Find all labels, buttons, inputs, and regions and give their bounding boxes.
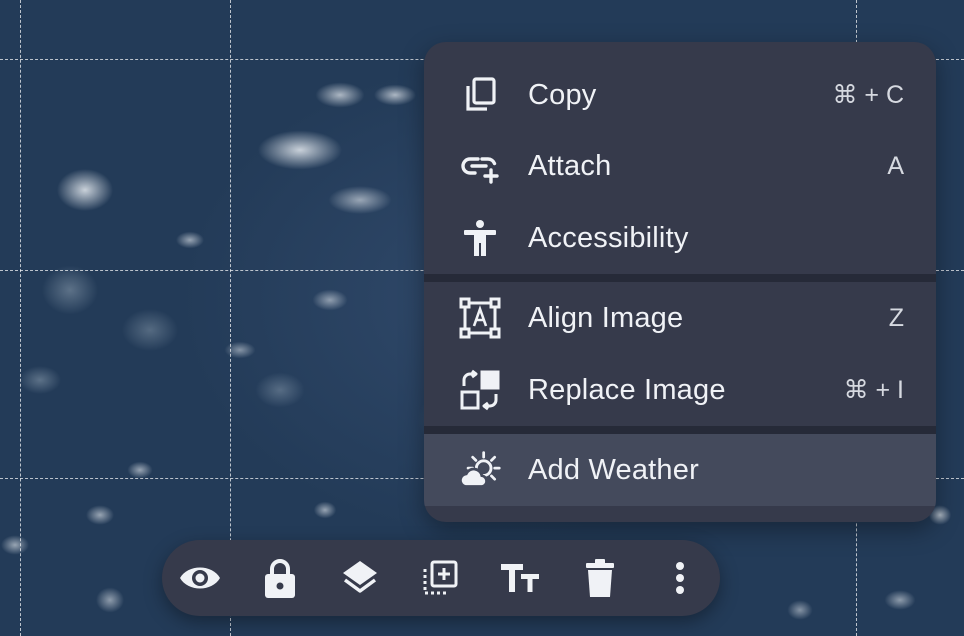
shortcut-label: Z	[888, 303, 904, 332]
copy-icon	[458, 73, 502, 117]
shortcut-label: ⌘ + I	[843, 376, 904, 404]
menu-item-add-weather[interactable]: Add Weather	[424, 434, 936, 506]
menu-divider	[424, 274, 936, 282]
menu-item-label: Replace Image	[528, 373, 726, 406]
eye-icon[interactable]	[178, 556, 222, 600]
trash-icon[interactable]	[578, 556, 622, 600]
menu-item-attach[interactable]: Attach A	[424, 130, 936, 202]
accessibility-icon	[458, 216, 502, 260]
menu-item-label: Add Weather	[528, 453, 699, 486]
add-frame-icon[interactable]	[418, 556, 462, 600]
shortcut-label: ⌘ + C	[832, 81, 904, 109]
menu-item-replace-image[interactable]: Replace Image ⌘ + I	[424, 354, 936, 426]
menu-item-align-image[interactable]: Align Image Z	[424, 282, 936, 354]
layers-icon[interactable]	[338, 556, 382, 600]
replace-image-icon	[458, 368, 502, 412]
menu-item-label: Attach	[528, 149, 612, 182]
lock-icon[interactable]	[258, 556, 302, 600]
menu-item-accessibility[interactable]: Accessibility	[424, 202, 936, 274]
attach-link-icon	[458, 144, 502, 188]
menu-item-copy[interactable]: Copy ⌘ + C	[424, 59, 936, 131]
shortcut-label: A	[887, 151, 904, 180]
weather-icon	[458, 448, 502, 492]
grid-guide-vertical	[20, 0, 21, 636]
text-size-icon[interactable]	[498, 556, 542, 600]
more-vertical-icon[interactable]	[658, 556, 702, 600]
menu-divider	[424, 426, 936, 434]
context-menu: Copy ⌘ + C Attach A Accessibility Align …	[424, 42, 936, 522]
menu-item-label: Accessibility	[528, 221, 689, 254]
menu-item-label: Align Image	[528, 301, 684, 334]
align-image-icon	[458, 296, 502, 340]
bottom-toolbar	[162, 540, 720, 616]
menu-item-label: Copy	[528, 78, 597, 111]
